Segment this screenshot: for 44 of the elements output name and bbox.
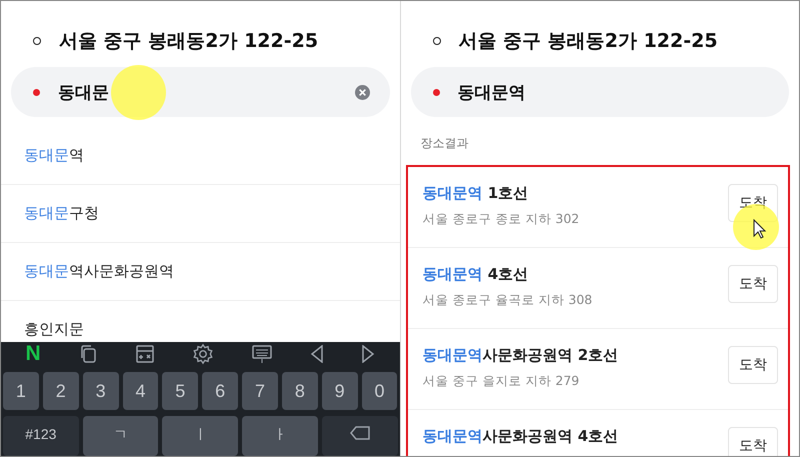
- origin-dot-icon: [432, 37, 440, 45]
- left-arrow-icon[interactable]: [310, 345, 324, 363]
- arrive-button[interactable]: 도착: [728, 346, 778, 384]
- arrive-button[interactable]: 도착: [728, 427, 778, 456]
- pointer-icon: [752, 219, 766, 239]
- keyboard-icon[interactable]: [250, 343, 273, 365]
- number-key[interactable]: 6: [202, 372, 238, 410]
- number-key[interactable]: 7: [242, 372, 278, 410]
- calculator-icon[interactable]: [134, 344, 155, 364]
- suggestion-item[interactable]: 동대문구청: [1, 185, 400, 243]
- arrive-button[interactable]: 도착: [728, 265, 778, 303]
- destination-dot-icon: [33, 88, 40, 96]
- destination-field[interactable]: 동대문역: [410, 67, 789, 117]
- backspace-icon: [350, 426, 370, 440]
- number-key[interactable]: 2: [42, 372, 79, 410]
- number-key[interactable]: 9: [322, 372, 358, 410]
- number-key[interactable]: 5: [162, 372, 198, 410]
- result-title[interactable]: 동대문역사문화공원역 2호선: [422, 346, 618, 365]
- result-address: 서울 종로구 율곡로 지하 308: [422, 292, 592, 309]
- number-key[interactable]: 3: [82, 372, 119, 410]
- clear-icon[interactable]: [354, 84, 370, 100]
- number-key[interactable]: 0: [362, 372, 398, 410]
- settings-icon[interactable]: [192, 343, 214, 365]
- mode-key[interactable]: #123: [3, 416, 79, 456]
- origin-address: 서울 중구 봉래동2가 122-25: [458, 29, 718, 54]
- destination-dot-icon: [432, 88, 440, 96]
- letter-key[interactable]: ㅣ: [162, 416, 238, 456]
- result-title[interactable]: 동대문역 1호선: [422, 184, 580, 203]
- result-title[interactable]: 동대문역사문화공원역 4호선: [422, 427, 618, 446]
- number-key[interactable]: 1: [3, 372, 39, 410]
- number-key[interactable]: 8: [282, 372, 318, 410]
- suggestion-item[interactable]: 동대문역: [1, 127, 400, 185]
- backspace-key[interactable]: [322, 416, 398, 456]
- letter-key[interactable]: ㅏ: [242, 416, 318, 456]
- origin-dot-icon: [33, 37, 41, 45]
- section-title: 장소결과: [420, 135, 470, 152]
- result-address: 서울 중구 을지로 지하 279: [422, 373, 580, 390]
- number-key[interactable]: 4: [122, 372, 158, 410]
- suggestion-item[interactable]: 동대문역사문화공원역: [1, 243, 400, 301]
- result-address: 서울 종로구 종로 지하 302: [422, 211, 580, 228]
- origin-address: 서울 중구 봉래동2가 122-25: [59, 29, 318, 54]
- letter-key[interactable]: ㄱ: [82, 416, 158, 456]
- right-arrow-icon[interactable]: [360, 345, 375, 363]
- result-title[interactable]: 동대문역 4호선: [422, 265, 592, 284]
